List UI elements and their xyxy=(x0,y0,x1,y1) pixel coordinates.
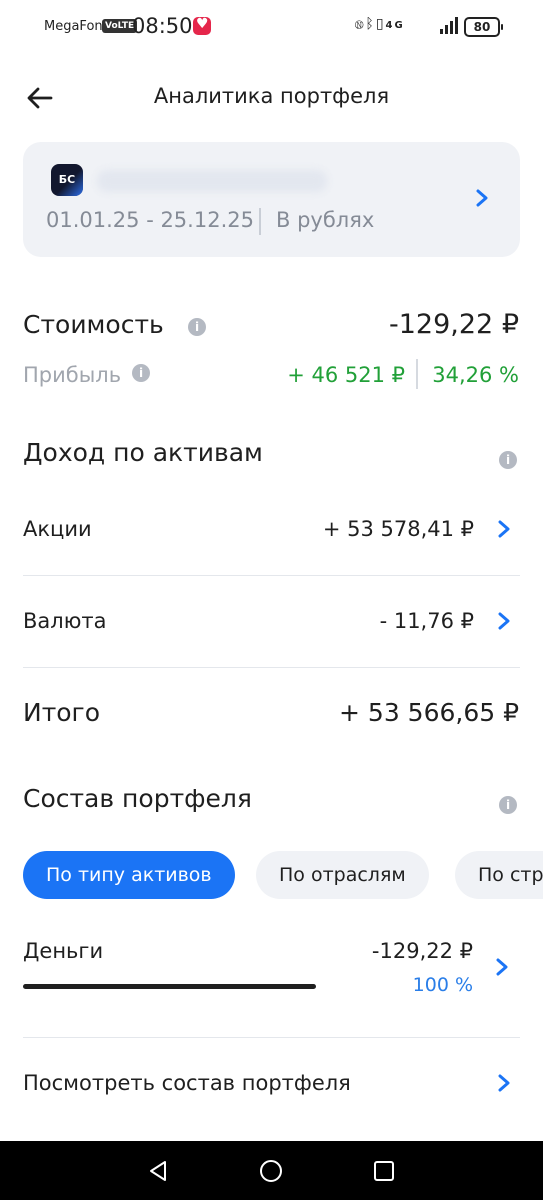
page-title: Аналитика портфеля xyxy=(153,84,390,108)
status-time: 08:50 xyxy=(132,14,193,38)
row-value: + 53 578,41 ₽ xyxy=(322,517,474,541)
period-range: 01.01.25 - 25.12.25 xyxy=(46,208,254,232)
system-nav-bar xyxy=(0,1141,543,1200)
asset-share-bar xyxy=(23,984,316,989)
profit-amount: + 46 521 ₽ xyxy=(287,363,405,387)
chevron-right-icon xyxy=(498,1074,510,1092)
carrier-name: MegaFon xyxy=(44,19,103,34)
total-value: + 53 566,65 ₽ xyxy=(339,698,519,727)
asset-value: -129,22 ₽ xyxy=(371,939,473,963)
income-row-stocks[interactable]: Акции + 53 578,41 ₽ xyxy=(23,499,520,559)
profit-divider xyxy=(416,359,418,389)
chevron-right-icon[interactable] xyxy=(494,955,510,979)
chevron-right-icon xyxy=(498,612,510,630)
asset-percent: 100 % xyxy=(412,974,473,996)
nav-back-icon[interactable] xyxy=(146,1159,170,1183)
asset-label: Деньги xyxy=(23,939,104,963)
profit-label: Прибыль xyxy=(23,363,122,387)
currency-label: В рублях xyxy=(276,208,375,232)
status-icons: Ⓝᛒ▯4G xyxy=(355,16,405,32)
nav-recents-icon[interactable] xyxy=(373,1160,395,1182)
battery-icon: 80 xyxy=(464,17,503,37)
income-info-icon[interactable]: i xyxy=(499,451,517,469)
profit-percent: 34,26 % xyxy=(432,363,519,387)
value-info-icon[interactable]: i xyxy=(188,318,206,336)
value-label: Стоимость xyxy=(23,310,164,339)
network-type: 4G xyxy=(385,20,405,31)
broker-logo: БС xyxy=(51,164,83,196)
income-row-currency[interactable]: Валюта - 11,76 ₽ xyxy=(23,591,520,651)
divider xyxy=(23,667,520,668)
chip-by-country[interactable]: По стр xyxy=(455,851,543,899)
nav-home-icon[interactable] xyxy=(259,1159,283,1183)
vibrate-icon: ▯ xyxy=(375,16,386,32)
row-label: Акции xyxy=(23,517,92,541)
chevron-right-icon xyxy=(476,189,488,207)
view-composition-link[interactable]: Посмотреть состав портфеля xyxy=(23,1053,520,1113)
profit-info-icon[interactable]: i xyxy=(132,364,150,382)
bluetooth-icon: ᛒ xyxy=(365,16,376,32)
status-bar: MegaFon VoLTE 08:50 Ⓝᛒ▯4G 80 xyxy=(0,0,543,56)
row-value: - 11,76 ₽ xyxy=(379,609,474,633)
nfc-icon: Ⓝ xyxy=(355,16,366,32)
divider xyxy=(23,1037,520,1038)
health-app-icon xyxy=(193,16,211,35)
divider xyxy=(23,575,520,576)
account-name-hidden xyxy=(97,170,327,192)
chevron-right-icon xyxy=(498,520,510,538)
portfolio-value: -129,22 ₽ xyxy=(389,309,519,340)
account-card[interactable]: БС 01.01.25 - 25.12.25 В рублях xyxy=(23,142,520,257)
row-label: Валюта xyxy=(23,609,107,633)
link-label: Посмотреть состав портфеля xyxy=(23,1071,351,1095)
signal-icon xyxy=(440,16,460,34)
composition-section-title: Состав портфеля xyxy=(23,784,252,813)
chip-by-asset-type[interactable]: По типу активов xyxy=(23,851,235,899)
income-section-title: Доход по активам xyxy=(23,438,263,467)
composition-info-icon[interactable]: i xyxy=(499,796,517,814)
total-label: Итого xyxy=(23,698,100,727)
card-divider xyxy=(259,208,261,235)
chip-by-sector[interactable]: По отраслям xyxy=(256,851,429,899)
